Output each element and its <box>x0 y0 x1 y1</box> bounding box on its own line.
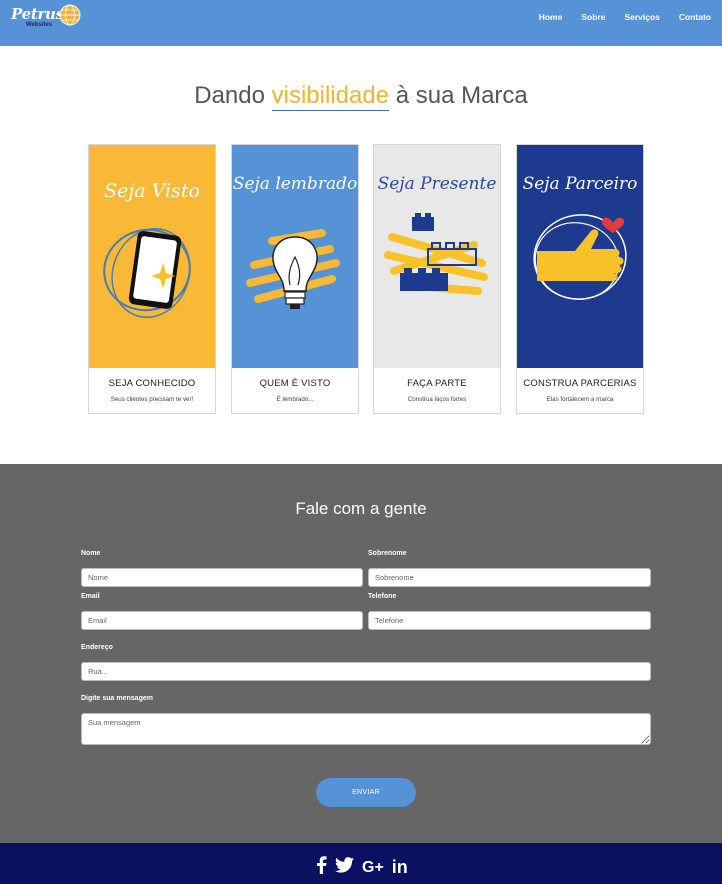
card-subtitle: Seus clientes precisam te ver! <box>110 396 194 403</box>
send-button[interactable]: ENVIAR <box>316 778 416 807</box>
first-name-label: Nome <box>81 550 101 557</box>
social-links: G+ in <box>316 856 416 879</box>
first-name-input[interactable] <box>81 568 363 587</box>
contact-section: Fale com a gente Nome Sobrenome Email Te… <box>0 464 722 843</box>
message-textarea[interactable] <box>81 713 651 745</box>
twitter-icon[interactable] <box>335 857 354 878</box>
site-logo[interactable]: Petrus Websites <box>9 3 89 31</box>
address-input[interactable] <box>81 662 651 681</box>
email-label: Email <box>81 593 100 600</box>
card-subtitle: Elas fortalecem a marca <box>546 396 614 403</box>
handshake-icon <box>537 229 624 281</box>
nav-home[interactable]: Home <box>539 12 563 22</box>
card-title: SEJA CONHECIDO <box>108 378 196 389</box>
nav-servicos[interactable]: Serviços <box>624 12 659 22</box>
card-script-text: Seja Visto <box>104 180 200 202</box>
card-script-text: Seja lembrado <box>233 174 357 194</box>
address-label: Endereço <box>81 644 113 651</box>
logo-subtext: Websites <box>26 22 53 28</box>
card-title: CONSTRUA PARCERIAS <box>523 378 637 389</box>
card-subtitle: É lembrado... <box>276 396 314 403</box>
phone-label: Telefone <box>368 593 397 600</box>
last-name-label: Sobrenome <box>368 550 407 557</box>
card-image: Seja Presente <box>374 145 500 368</box>
facebook-icon[interactable] <box>316 856 327 879</box>
nav-contato[interactable]: Contato <box>679 12 711 22</box>
card-quem-e-visto[interactable]: Seja lembrado QUEM É VISTO É lembrado... <box>231 144 359 414</box>
main-nav: Home Sobre Serviços Contato <box>520 12 711 22</box>
contact-title: Fale com a gente <box>295 499 427 518</box>
card-script-text: Seja Presente <box>378 174 497 194</box>
card-seja-conhecido[interactable]: Seja Visto SEJA CONHECIDO Seus clientes … <box>88 144 216 414</box>
nav-sobre[interactable]: Sobre <box>581 12 605 22</box>
hero-title: Dando visibilidade à sua Marca <box>0 82 722 111</box>
smartphone-icon <box>128 231 182 309</box>
globe-icon <box>59 4 81 26</box>
card-title: FAÇA PARTE <box>407 378 467 389</box>
hero-title-accent: visibilidade <box>271 82 390 111</box>
email-input[interactable] <box>81 611 363 630</box>
phone-input[interactable] <box>368 611 651 630</box>
card-construa-parcerias[interactable]: Seja Parceiro CONSTRUA PARCERIAS Elas fo… <box>516 144 644 414</box>
card-title: QUEM É VISTO <box>259 378 331 389</box>
card-script-text: Seja Parceiro <box>523 174 638 194</box>
card-faca-parte[interactable]: Seja Presente FAÇA PARTE Construa laços … <box>373 144 501 414</box>
lightbulb-icon <box>272 236 318 309</box>
logo-text: Petrus <box>11 5 64 23</box>
message-label: Digite sua mensagem <box>81 695 153 702</box>
heart-icon <box>601 217 625 233</box>
card-image: Seja Visto <box>89 145 215 368</box>
hero-title-post: à sua Marca <box>389 82 528 109</box>
last-name-input[interactable] <box>368 568 651 587</box>
site-header: Petrus Websites Home Sobre Serviços Cont… <box>0 0 722 46</box>
card-subtitle: Construa laços fortes <box>407 396 467 403</box>
hero-title-pre: Dando <box>194 82 272 109</box>
google-plus-icon[interactable]: G+ <box>362 859 384 877</box>
card-image: Seja lembrado <box>232 145 358 368</box>
site-footer: G+ in <box>0 843 722 884</box>
card-image: Seja Parceiro <box>517 145 643 368</box>
linkedin-icon[interactable]: in <box>392 857 408 878</box>
